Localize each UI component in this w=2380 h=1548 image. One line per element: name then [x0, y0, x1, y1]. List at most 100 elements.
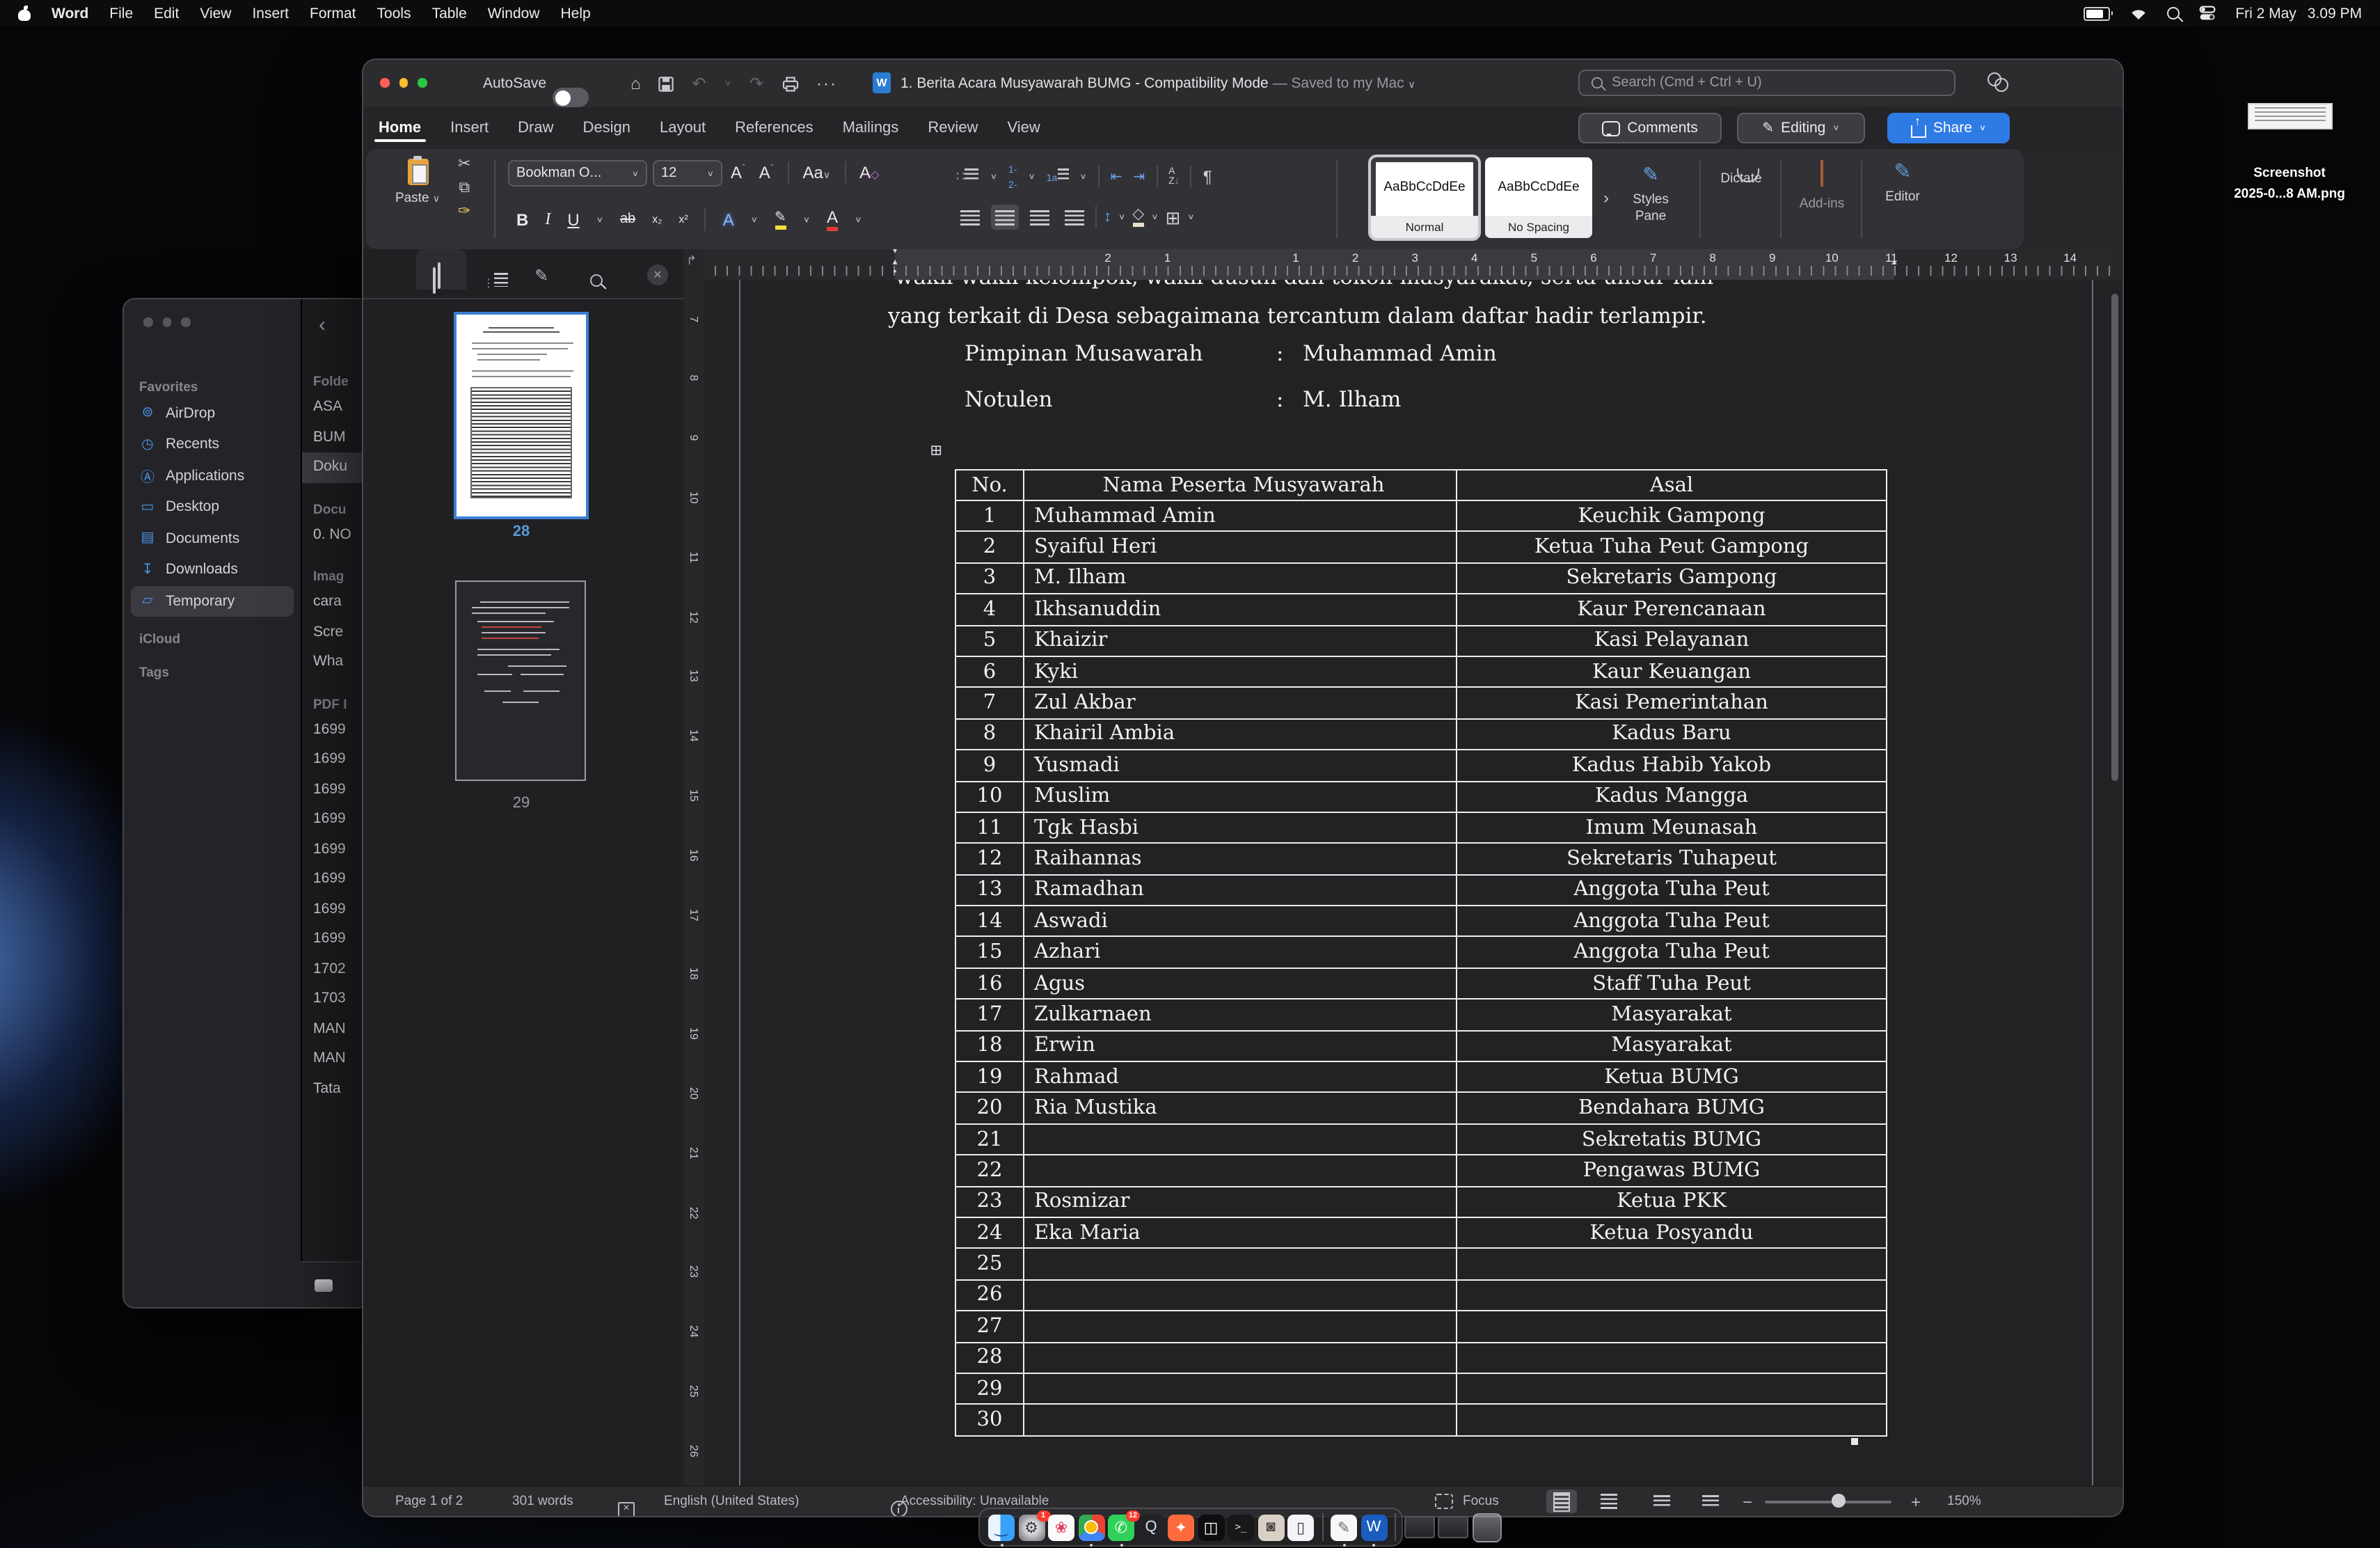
zoom-in-button[interactable]: + [1911, 1492, 1921, 1511]
finder-file-item[interactable]: Folde [302, 372, 369, 393]
cell-nama[interactable]: Ria Mustika [1024, 1093, 1457, 1124]
table-row[interactable]: 20 Ria Mustika Bendahara BUMG [955, 1093, 1887, 1124]
cell-nama[interactable]: Ikhsanuddin [1024, 594, 1457, 625]
finder-file-item[interactable]: 1703 [302, 984, 369, 1014]
editing-dropdown[interactable]: ✎ Editing ∨ [1737, 113, 1865, 143]
status-word-count[interactable]: 301 words [512, 1494, 573, 1509]
ribbon-tab[interactable]: Insert [449, 111, 490, 145]
first-line-indent-marker[interactable]: ▾ [888, 249, 902, 255]
cell-no[interactable]: 20 [955, 1093, 1024, 1124]
table-row[interactable]: 15 Azhari Anggota Tuha Peut [955, 937, 1887, 968]
menu-item[interactable]: Insert [252, 5, 289, 22]
cell-nama[interactable] [1024, 1405, 1457, 1436]
table-row[interactable]: 3 M. Ilham Sekretaris Gampong [955, 563, 1887, 594]
numbered-list-button[interactable]: 1-2- [1008, 161, 1017, 192]
cell-asal[interactable]: Masyarakat [1457, 1030, 1887, 1061]
cell-nama[interactable]: Tgk Hasbi [1024, 812, 1457, 844]
save-icon[interactable] [659, 76, 674, 91]
print-icon[interactable] [782, 76, 798, 91]
table-row[interactable]: 5 Khaizir Kasi Pelayanan [955, 625, 1887, 656]
search-tab-icon[interactable] [590, 269, 603, 294]
hanging-indent-marker[interactable]: ▴ [888, 260, 902, 266]
ribbon-tab[interactable]: Review [926, 111, 979, 145]
finder-sidebar-item[interactable]: ▤ Documents [131, 523, 294, 553]
table-row[interactable]: 2 Syaiful Heri Ketua Tuha Peut Gampong [955, 532, 1887, 563]
page-29-number[interactable]: 29 [454, 795, 589, 812]
format-painter-icon[interactable]: ✑ [458, 205, 470, 220]
ribbon-tab[interactable]: View [1006, 111, 1041, 145]
finder-file-item[interactable]: ASA [302, 393, 369, 422]
cell-no[interactable]: 4 [955, 594, 1024, 625]
redo-icon[interactable]: ↷ [749, 74, 763, 93]
document-canvas[interactable]: wakil-wakil kelompok, wakil dusun dan to… [704, 280, 2123, 1487]
cell-nama[interactable] [1024, 1342, 1457, 1373]
finder-file-item[interactable]: cara [302, 587, 369, 617]
cell-nama[interactable]: Kyki [1024, 656, 1457, 688]
dictate-button[interactable]: Dictate [1711, 160, 1772, 187]
cell-nama[interactable] [1024, 1155, 1457, 1186]
cell-asal[interactable]: Kadus Mangga [1457, 781, 1887, 812]
cell-asal[interactable]: Kasi Pemerintahan [1457, 688, 1887, 719]
cell-asal[interactable]: Keuchik Gampong [1457, 500, 1887, 532]
style-chip[interactable]: AaBbCcDdEe Normal [1371, 157, 1478, 238]
bullet-list-button[interactable]: ∷ [956, 168, 979, 185]
cut-icon[interactable]: ✂ [458, 157, 470, 173]
dock-terminal[interactable]: >_ [1228, 1514, 1254, 1540]
multilevel-list-button[interactable]: 1a [1047, 168, 1069, 185]
table-row[interactable]: 14 Aswadi Anggota Tuha Peut [955, 906, 1887, 937]
cell-no[interactable]: 25 [955, 1249, 1024, 1280]
cell-asal[interactable]: Staff Tuha Peut [1457, 968, 1887, 1000]
desktop-screenshot-label[interactable]: Screenshot 2025-0...8 AM.png [2185, 164, 2380, 205]
cell-nama[interactable]: Rosmizar [1024, 1186, 1457, 1217]
finder-file-item[interactable]: 1699 [302, 894, 369, 924]
bullet-list-chevron-icon[interactable]: ∨ [990, 173, 997, 182]
table-row[interactable]: 7 Zul Akbar Kasi Pemerintahan [955, 688, 1887, 719]
cell-no[interactable]: 9 [955, 750, 1024, 781]
cell-nama[interactable]: Eka Maria [1024, 1217, 1457, 1249]
dock-iphone-mirroring[interactable]: ▯ [1287, 1514, 1314, 1540]
status-language[interactable]: English (United States) [664, 1494, 799, 1509]
finder-file-item[interactable]: MAN [302, 1044, 369, 1074]
shading-chevron-icon[interactable]: ∨ [1151, 213, 1158, 222]
finder-sidebar-item[interactable]: ▭ Desktop [131, 492, 294, 522]
control-center-icon[interactable] [2199, 6, 2216, 21]
menu-app-name[interactable]: Word [51, 5, 88, 22]
page-28-number[interactable]: 28 [454, 523, 589, 540]
cell-asal[interactable]: Ketua PKK [1457, 1186, 1887, 1217]
menu-item[interactable]: Help [561, 5, 591, 22]
zoom-slider-thumb[interactable] [1832, 1494, 1846, 1508]
finder-file-item[interactable]: 1702 [302, 954, 369, 984]
change-case-button[interactable]: Aa∨ [802, 163, 830, 182]
menu-item[interactable]: Format [310, 5, 356, 22]
cell-asal[interactable]: Kadus Baru [1457, 718, 1887, 750]
table-row[interactable]: 22 Pengawas BUMG [955, 1155, 1887, 1186]
clipped-text-line[interactable]: wakil-wakil kelompok, wakil dusun dan to… [895, 280, 1897, 295]
finder-sidebar-item[interactable]: ◷ Recents [131, 429, 294, 459]
cell-no[interactable]: 5 [955, 625, 1024, 656]
cell-no[interactable]: 18 [955, 1030, 1024, 1061]
cell-nama[interactable]: Muslim [1024, 781, 1457, 812]
cell-no[interactable]: 22 [955, 1155, 1024, 1186]
table-row[interactable]: 12 Raihannas Sekretaris Tuhapeut [955, 844, 1887, 875]
doc-meta-row[interactable]: Pimpinan Musawarah : Muhammad Amin [965, 341, 1497, 387]
print-layout-view-button[interactable] [1546, 1490, 1577, 1513]
cell-asal[interactable] [1457, 1280, 1887, 1311]
cell-no[interactable]: 11 [955, 812, 1024, 844]
finder-sidebar-item[interactable]: Ⓐ Applications [131, 461, 294, 491]
table-row[interactable]: 13 Ramadhan Anggota Tuha Peut [955, 874, 1887, 906]
font-color-button[interactable]: A [827, 207, 838, 231]
cell-nama[interactable]: Aswadi [1024, 906, 1457, 937]
strikethrough-button[interactable]: ab [620, 212, 635, 227]
cell-no[interactable]: 13 [955, 874, 1024, 906]
subscript-button[interactable]: x₂ [652, 213, 662, 226]
copy-icon[interactable]: ⧉ [459, 181, 470, 196]
account-icon[interactable] [1988, 72, 2008, 92]
finder-file-item[interactable]: Docu [302, 499, 369, 520]
table-row[interactable]: 29 [955, 1373, 1887, 1405]
outline-tab-icon[interactable]: ⋮ [483, 269, 508, 294]
thumbnails-tab-icon[interactable] [433, 269, 436, 294]
underline-button[interactable]: U [567, 210, 579, 229]
undo-chevron-icon[interactable]: ∨ [724, 79, 731, 88]
finder-file-item[interactable]: Tata [302, 1074, 369, 1104]
borders-button[interactable]: ⊞ [1165, 208, 1180, 226]
